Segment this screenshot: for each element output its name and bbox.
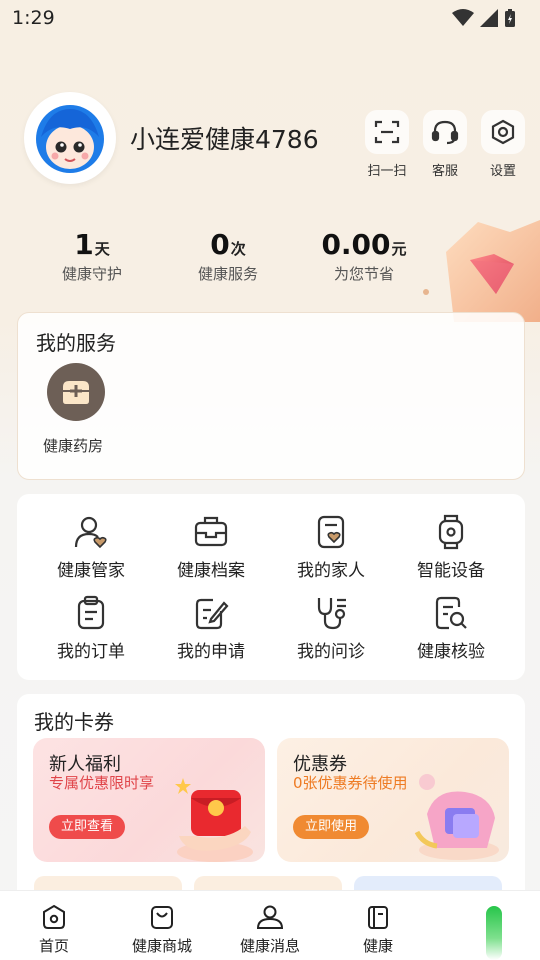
stat-unit: 元 (391, 240, 407, 258)
cell-signal-icon (480, 9, 498, 27)
grid-item-health-steward[interactable]: 健康管家 (31, 512, 151, 581)
order-icon (77, 595, 105, 630)
application-icon (195, 598, 229, 630)
top-actions: 扫一扫 客服 设置 (364, 110, 526, 179)
headset-icon (431, 120, 459, 145)
wifi-icon (452, 9, 474, 26)
grid-item-label: 健康管家 (57, 561, 125, 581)
pharmacy-icon (63, 381, 89, 404)
tab-health-mall[interactable]: 健康商城 (108, 891, 216, 960)
grid-item-health-verify[interactable]: 健康核验 (391, 593, 511, 662)
grid-item-my-consultations[interactable]: 我的问诊 (271, 593, 391, 662)
grid-item-my-applications[interactable]: 我的申请 (151, 593, 271, 662)
tab-label: 首页 (38, 937, 69, 955)
status-icons (452, 8, 516, 28)
my-services-title: 我的服务 (36, 331, 116, 355)
stat-value: 0 (210, 228, 230, 261)
grid-item-label: 我的订单 (57, 642, 125, 662)
new-user-benefit-card[interactable]: 新人福利 专属优惠限时享 立即查看 (33, 738, 265, 862)
my-cards-title: 我的卡券 (34, 710, 114, 734)
grid-item-my-orders[interactable]: 我的订单 (31, 593, 151, 662)
red-envelope-icon (175, 778, 253, 862)
use-now-button[interactable]: 立即使用 (293, 815, 370, 839)
verify-doc-icon (435, 596, 467, 630)
stat-unit: 次 (230, 240, 246, 258)
service-item-label: 健康药房 (42, 437, 103, 455)
username: 小连爱健康4786 (130, 125, 319, 154)
coupon-card[interactable]: 优惠券 0张优惠券待使用 立即使用 (277, 738, 509, 862)
settings-button[interactable]: 设置 (480, 110, 526, 179)
grid-item-health-file[interactable]: 健康档案 (151, 512, 271, 581)
grid-item-label: 健康档案 (177, 561, 245, 581)
grid-item-label: 我的问诊 (297, 642, 365, 662)
tab-health-messages[interactable]: 健康消息 (216, 891, 324, 960)
smartwatch-icon (438, 514, 464, 550)
scan-button[interactable]: 扫一扫 (364, 110, 410, 179)
coupon-subtitle: 0张优惠券待使用 (293, 774, 408, 792)
tab-health-book[interactable]: 健康 (324, 891, 432, 960)
service-item-pharmacy[interactable]: 健康药房 (42, 363, 110, 456)
stat-label: 为您节省 (333, 265, 394, 283)
new-user-subtitle: 专属优惠限时享 (49, 774, 155, 792)
settings-icon (491, 119, 515, 145)
tab-label: 健康商城 (131, 937, 192, 955)
stats-row: 1天 健康守护 0次 健康服务 0.00元 为您节省 (24, 228, 432, 284)
avatar[interactable] (24, 92, 116, 184)
grid-item-label: 健康核验 (417, 642, 485, 662)
stat-savings: 0.00元 为您节省 (296, 228, 432, 284)
message-user-icon (256, 905, 284, 929)
status-time: 1:29 (12, 7, 55, 29)
health-book-icon (368, 906, 388, 929)
floating-green-indicator[interactable] (486, 906, 502, 960)
stat-value: 1 (74, 228, 94, 261)
stat-guard-days: 1天 健康守护 (24, 228, 160, 284)
scan-icon (374, 120, 400, 144)
user-heart-icon (74, 516, 107, 549)
stethoscope-icon (317, 598, 346, 630)
tab-label: 健康消息 (239, 937, 300, 955)
view-now-button[interactable]: 立即查看 (49, 815, 126, 839)
tab-label: 健康 (362, 937, 393, 955)
stat-label: 健康服务 (197, 265, 258, 283)
grid-item-label: 智能设备 (417, 561, 485, 581)
grid-item-label: 我的家人 (297, 561, 365, 581)
feature-grid: 健康管家 健康档案 我的家人 智能设备 我的订单 我的申请 我的问诊 健康核验 (17, 494, 525, 662)
tab-home[interactable]: 首页 (0, 891, 108, 960)
my-services-card: 我的服务 健康药房 (17, 312, 525, 480)
status-bar: 1:29 (0, 0, 540, 36)
battery-icon (505, 9, 515, 27)
health-file-icon (194, 516, 228, 547)
home-icon (43, 904, 65, 929)
mascot-avatar-icon (36, 105, 104, 173)
grid-item-label: 我的申请 (177, 642, 245, 662)
feature-grid-card: 健康管家 健康档案 我的家人 智能设备 我的订单 我的申请 我的问诊 健康核验 (17, 494, 525, 680)
my-cards-card: 我的卡券 新人福利 专属优惠限时享 立即查看 优惠券 0张优惠券待使用 立即使用 (17, 694, 525, 904)
customer-service-label: 客服 (431, 164, 458, 179)
customer-service-button[interactable]: 客服 (422, 110, 468, 179)
family-icon (317, 515, 345, 549)
bottom-tabbar: 首页 健康商城 健康消息 健康 (0, 890, 540, 960)
stat-value: 0.00 (321, 228, 391, 261)
shopping-bag-icon (151, 906, 173, 929)
grid-item-smart-device[interactable]: 智能设备 (391, 512, 511, 581)
scan-label: 扫一扫 (367, 164, 407, 179)
settings-label: 设置 (489, 164, 516, 179)
stat-label: 健康守护 (61, 265, 122, 283)
stat-service-count: 0次 健康服务 (160, 228, 296, 284)
grid-item-family[interactable]: 我的家人 (271, 512, 391, 581)
stat-unit: 天 (94, 240, 110, 258)
profile-header: 小连爱健康4786 (24, 92, 319, 184)
gift-box-icon (414, 774, 499, 860)
